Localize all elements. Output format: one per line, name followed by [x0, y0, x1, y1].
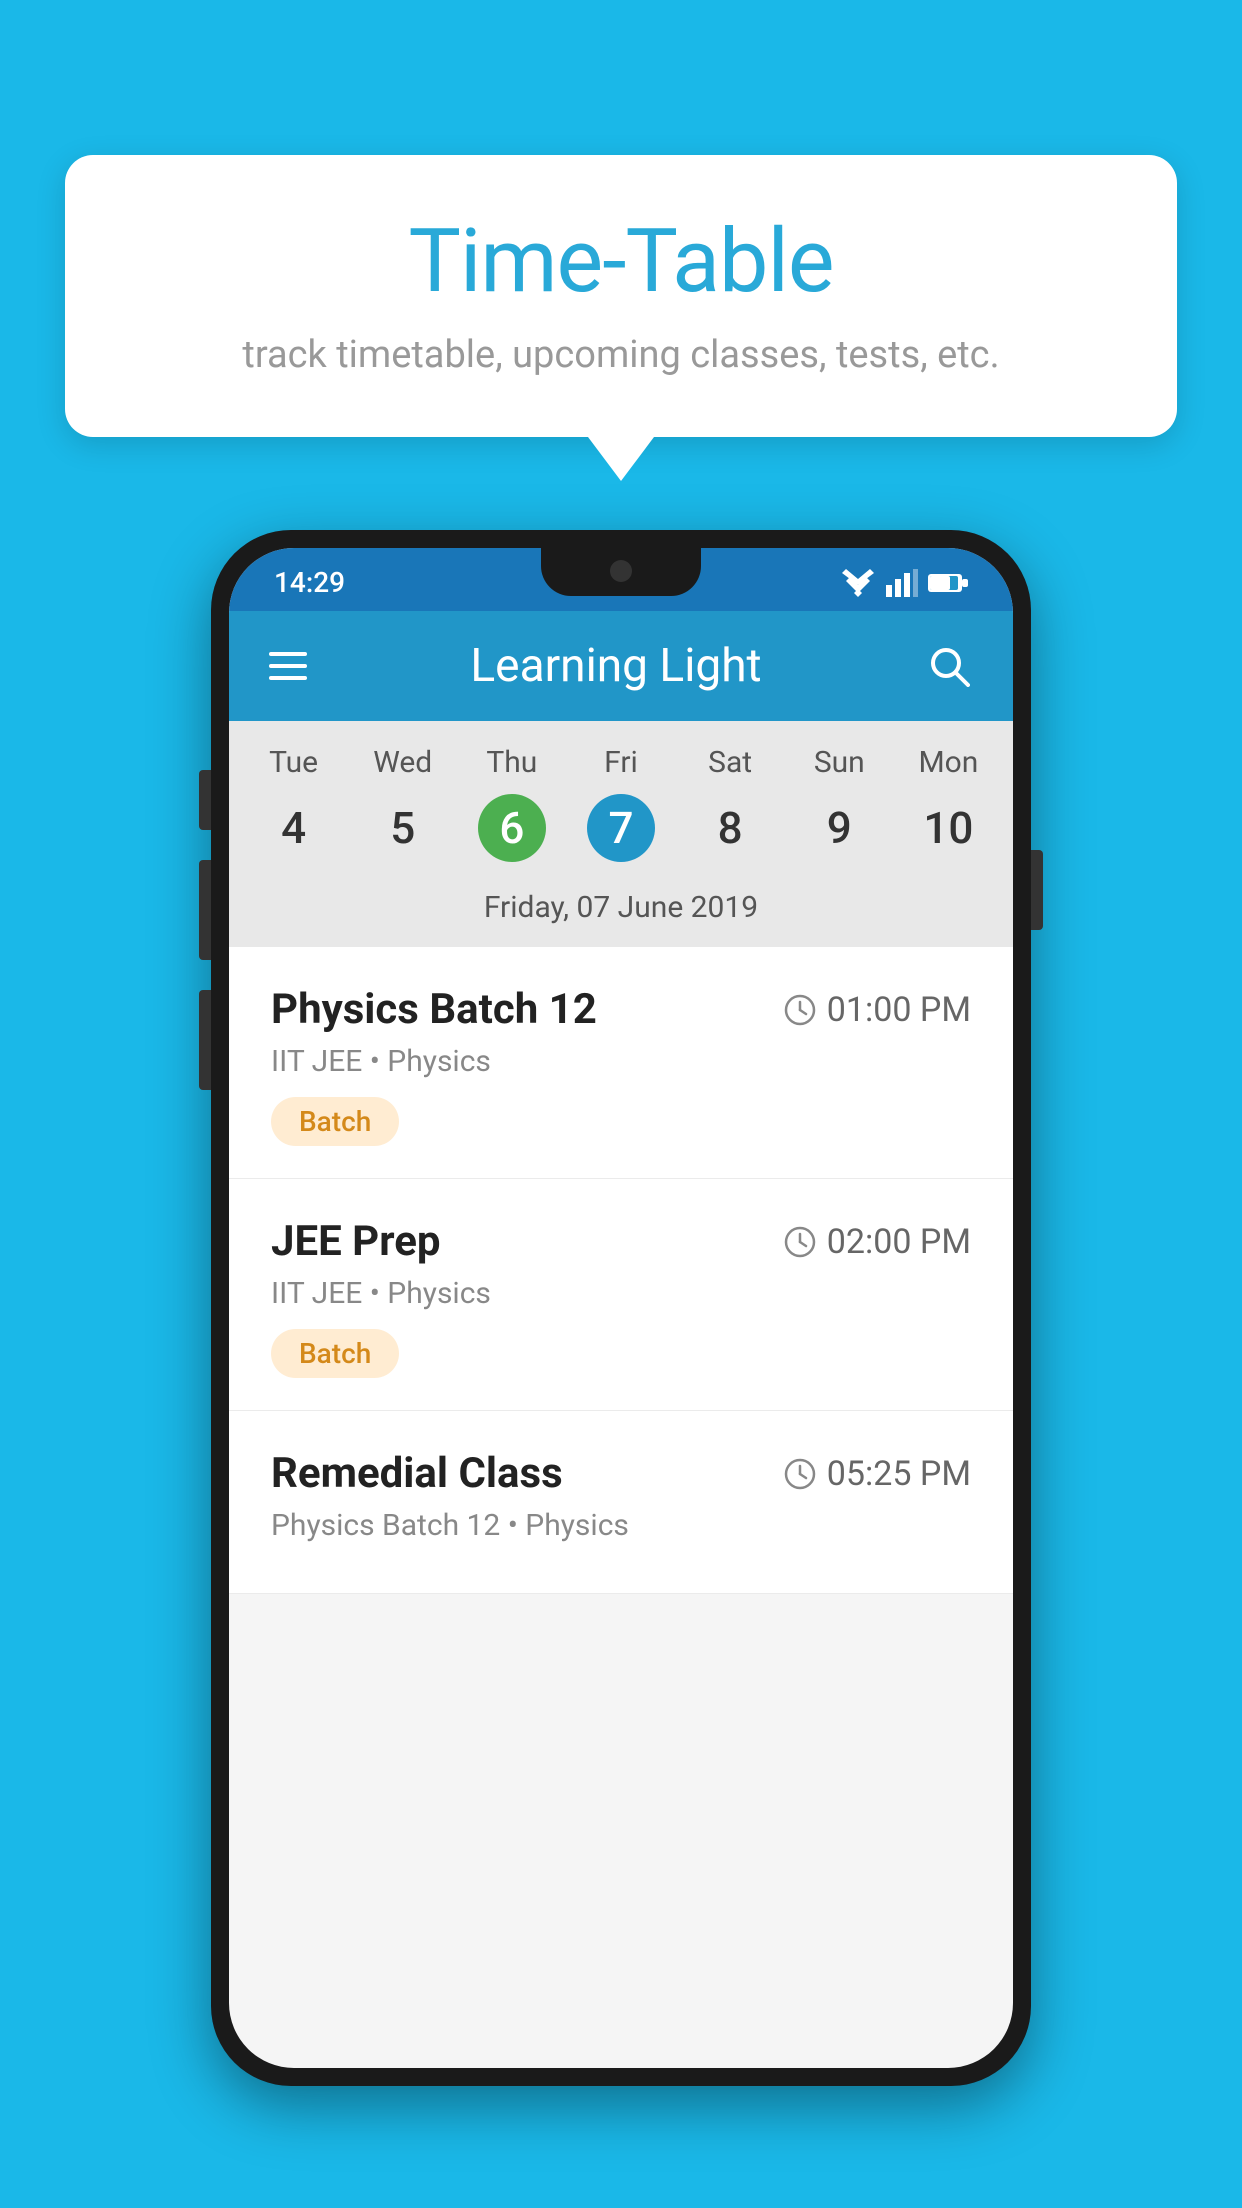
- schedule-item-2-time: 02:00 PM: [827, 1222, 971, 1262]
- schedule-item-1[interactable]: Physics Batch 12 01:00 PM IIT JEE • Phys…: [229, 947, 1013, 1179]
- calendar-day-5[interactable]: 5: [348, 792, 457, 864]
- phone-side-btn-power: [1031, 850, 1043, 930]
- schedule-item-3-time-container: 05:25 PM: [783, 1454, 971, 1494]
- schedule-item-1-header: Physics Batch 12 01:00 PM: [271, 985, 971, 1034]
- day-label-mon: Mon: [894, 745, 1003, 780]
- schedule-item-1-sub: IIT JEE • Physics: [271, 1044, 971, 1079]
- wifi-icon: [840, 569, 876, 597]
- schedule-item-2-badge: Batch: [271, 1329, 399, 1378]
- schedule-item-3-time: 05:25 PM: [827, 1454, 971, 1494]
- tooltip-subtitle: track timetable, upcoming classes, tests…: [125, 333, 1117, 377]
- day-labels-row: Tue Wed Thu Fri Sat Sun Mon: [229, 721, 1013, 788]
- selected-date-label: Friday, 07 June 2019: [229, 882, 1013, 947]
- signal-icon: [886, 569, 918, 597]
- battery-icon: [928, 572, 968, 594]
- schedule-item-3-title: Remedial Class: [271, 1449, 563, 1498]
- schedule-item-2-title: JEE Prep: [271, 1217, 441, 1266]
- status-bar: 14:29: [229, 548, 1013, 611]
- calendar-day-8[interactable]: 8: [676, 792, 785, 864]
- schedule-item-1-badge: Batch: [271, 1097, 399, 1146]
- schedule-item-1-time: 01:00 PM: [827, 990, 971, 1030]
- schedule-item-2-sub: IIT JEE • Physics: [271, 1276, 971, 1311]
- clock-icon-2: [783, 1225, 817, 1259]
- day-label-wed: Wed: [348, 745, 457, 780]
- calendar-day-4[interactable]: 4: [239, 792, 348, 864]
- calendar-section: Tue Wed Thu Fri Sat Sun Mon 4 5 6 7 8 9 …: [229, 721, 1013, 947]
- phone-side-btn-vol-up: [199, 770, 211, 830]
- calendar-day-9[interactable]: 9: [785, 792, 894, 864]
- schedule-item-2-header: JEE Prep 02:00 PM: [271, 1217, 971, 1266]
- schedule-item-1-time-container: 01:00 PM: [783, 990, 971, 1030]
- day-label-sun: Sun: [785, 745, 894, 780]
- app-title: Learning Light: [470, 639, 761, 693]
- day-label-thu: Thu: [457, 745, 566, 780]
- app-bar: Learning Light: [229, 611, 1013, 721]
- schedule-item-1-title: Physics Batch 12: [271, 985, 597, 1034]
- phone-outer: 14:29: [211, 530, 1031, 2086]
- calendar-day-10[interactable]: 10: [894, 792, 1003, 864]
- tooltip-title: Time-Table: [125, 210, 1117, 313]
- clock-icon-3: [783, 1457, 817, 1491]
- schedule-list: Physics Batch 12 01:00 PM IIT JEE • Phys…: [229, 947, 1013, 1594]
- phone-mockup: 14:29: [211, 530, 1031, 2086]
- hamburger-line-2: [269, 664, 307, 668]
- schedule-item-3-header: Remedial Class 05:25 PM: [271, 1449, 971, 1498]
- tooltip-card: Time-Table track timetable, upcoming cla…: [65, 155, 1177, 437]
- status-time: 14:29: [274, 566, 345, 599]
- search-icon: [928, 645, 970, 687]
- calendar-day-6-today[interactable]: 6: [478, 794, 546, 862]
- phone-side-btn-vol-down: [199, 860, 211, 960]
- hamburger-line-3: [269, 676, 307, 680]
- schedule-item-3-sub: Physics Batch 12 • Physics: [271, 1508, 971, 1543]
- schedule-item-2-time-container: 02:00 PM: [783, 1222, 971, 1262]
- hamburger-menu-button[interactable]: [269, 652, 307, 680]
- calendar-day-7-selected[interactable]: 7: [587, 794, 655, 862]
- day-numbers-row: 4 5 6 7 8 9 10: [229, 788, 1013, 882]
- phone-screen: 14:29: [229, 548, 1013, 2068]
- day-label-fri: Fri: [566, 745, 675, 780]
- schedule-item-3[interactable]: Remedial Class 05:25 PM Physics Batch 12…: [229, 1411, 1013, 1594]
- day-label-tue: Tue: [239, 745, 348, 780]
- clock-icon-1: [783, 993, 817, 1027]
- search-button[interactable]: [925, 642, 973, 690]
- day-label-sat: Sat: [676, 745, 785, 780]
- hamburger-line-1: [269, 652, 307, 656]
- schedule-item-2[interactable]: JEE Prep 02:00 PM IIT JEE • Physics Batc…: [229, 1179, 1013, 1411]
- phone-side-btn-extra: [199, 990, 211, 1090]
- status-icons: [840, 569, 968, 597]
